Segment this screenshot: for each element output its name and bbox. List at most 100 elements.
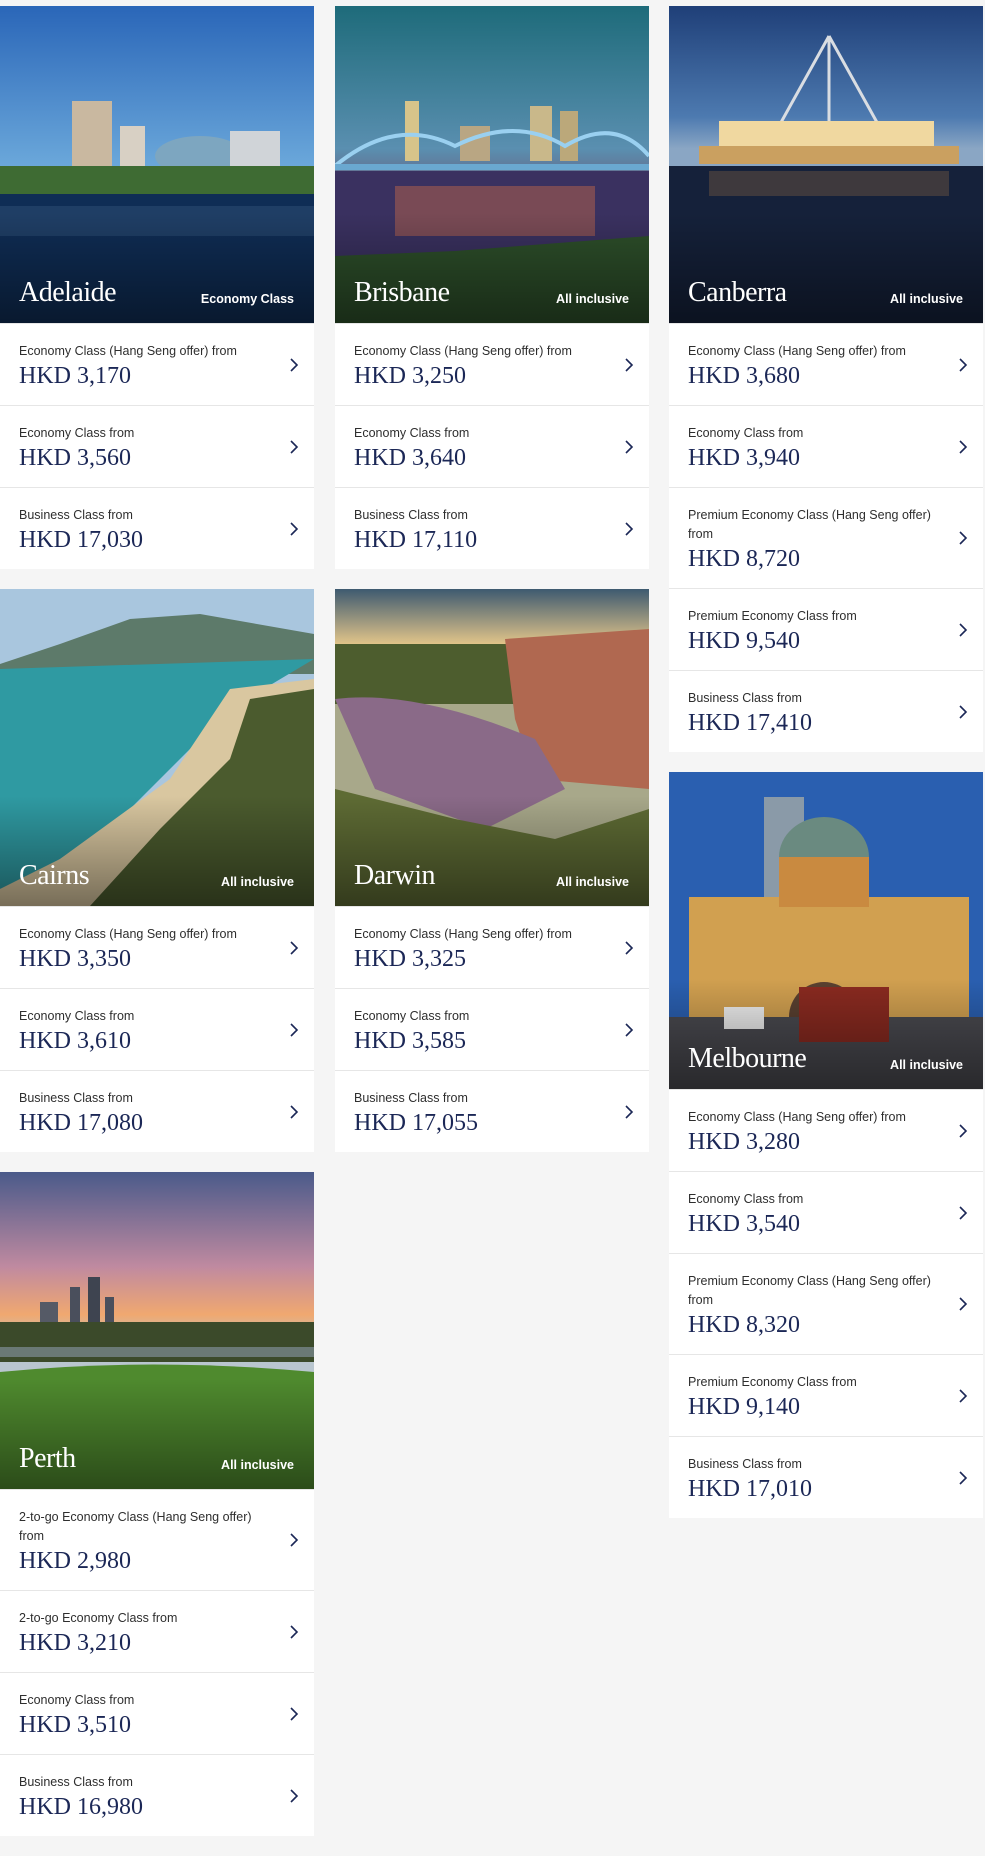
destination-hero[interactable]: Cairns All inclusive xyxy=(0,589,314,906)
destination-card-adelaide[interactable]: Adelaide Economy Class Economy Class (Ha… xyxy=(0,6,314,569)
fare-label: Economy Class (Hang Seng offer) from xyxy=(354,927,572,941)
chevron-right-icon xyxy=(625,1022,634,1037)
chevron-right-icon xyxy=(290,521,299,536)
fare-label: Economy Class (Hang Seng offer) from xyxy=(354,344,572,358)
fare-row[interactable]: Economy Class from HKD 3,585 xyxy=(335,988,649,1070)
fare-row[interactable]: 2-to-go Economy Class (Hang Seng offer) … xyxy=(0,1489,314,1590)
fare-price: HKD 3,250 xyxy=(354,363,466,389)
fare-row[interactable]: Economy Class from HKD 3,610 xyxy=(0,988,314,1070)
chevron-right-icon xyxy=(959,1123,968,1138)
fare-row[interactable]: Economy Class (Hang Seng offer) from HKD … xyxy=(669,323,983,405)
class-tag: Economy Class xyxy=(200,292,294,306)
chevron-right-icon xyxy=(959,1388,968,1403)
fare-row[interactable]: Business Class from HKD 17,010 xyxy=(669,1436,983,1518)
fare-row[interactable]: Premium Economy Class from HKD 9,540 xyxy=(669,588,983,670)
chevron-right-icon xyxy=(290,1788,299,1803)
fare-label: Premium Economy Class (Hang Seng offer) … xyxy=(688,1274,931,1307)
fare-row[interactable]: Economy Class (Hang Seng offer) from HKD … xyxy=(0,906,314,988)
destination-card-darwin[interactable]: Darwin All inclusive Economy Class (Hang… xyxy=(335,589,649,1152)
destination-hero[interactable]: Melbourne All inclusive xyxy=(669,772,983,1089)
fare-row[interactable]: Business Class from HKD 16,980 xyxy=(0,1754,314,1836)
fare-label: Economy Class (Hang Seng offer) from xyxy=(688,1110,906,1124)
fare-row[interactable]: Economy Class from HKD 3,940 xyxy=(669,405,983,487)
fare-price: HKD 3,540 xyxy=(688,1211,800,1237)
fare-label: Business Class from xyxy=(19,1775,133,1789)
chevron-right-icon xyxy=(625,439,634,454)
destination-hero[interactable]: Canberra All inclusive xyxy=(669,6,983,323)
fare-label: Economy Class from xyxy=(19,1693,135,1707)
fare-row[interactable]: Business Class from HKD 17,080 xyxy=(0,1070,314,1152)
fare-label: 2-to-go Economy Class from xyxy=(19,1611,178,1625)
fare-price: HKD 3,210 xyxy=(19,1630,131,1656)
chevron-right-icon xyxy=(290,1104,299,1119)
fare-price: HKD 17,410 xyxy=(688,710,812,736)
chevron-right-icon xyxy=(290,439,299,454)
fare-row[interactable]: Economy Class from HKD 3,540 xyxy=(669,1171,983,1253)
fare-price: HKD 3,325 xyxy=(354,946,466,972)
fare-price: HKD 3,640 xyxy=(354,445,466,471)
fare-row[interactable]: 2-to-go Economy Class from HKD 3,210 xyxy=(0,1590,314,1672)
destination-card-perth[interactable]: Perth All inclusive 2-to-go Economy Clas… xyxy=(0,1172,314,1836)
fare-row[interactable]: Business Class from HKD 17,410 xyxy=(669,670,983,752)
fare-row[interactable]: Economy Class (Hang Seng offer) from HKD … xyxy=(669,1089,983,1171)
fare-label: Economy Class from xyxy=(354,1009,470,1023)
fare-row[interactable]: Economy Class from HKD 3,510 xyxy=(0,1672,314,1754)
fare-price: HKD 3,560 xyxy=(19,445,131,471)
fare-row[interactable]: Business Class from HKD 17,030 xyxy=(0,487,314,569)
fare-price: HKD 9,540 xyxy=(688,628,800,654)
fare-row[interactable]: Economy Class (Hang Seng offer) from HKD … xyxy=(0,323,314,405)
fare-price: HKD 9,140 xyxy=(688,1394,800,1420)
destination-card-canberra[interactable]: Canberra All inclusive Economy Class (Ha… xyxy=(669,6,983,752)
fare-price: HKD 3,510 xyxy=(19,1712,131,1738)
fare-label: Business Class from xyxy=(354,1091,468,1105)
fare-price: HKD 17,055 xyxy=(354,1110,478,1136)
fare-price: HKD 16,980 xyxy=(19,1794,143,1820)
fare-row[interactable]: Premium Economy Class (Hang Seng offer) … xyxy=(669,487,983,588)
chevron-right-icon xyxy=(290,1706,299,1721)
chevron-right-icon xyxy=(959,439,968,454)
fare-label: Business Class from xyxy=(688,1457,802,1471)
chevron-right-icon xyxy=(959,704,968,719)
destination-hero[interactable]: Darwin All inclusive xyxy=(335,589,649,906)
fare-label: Economy Class from xyxy=(688,1192,804,1206)
fare-row[interactable]: Premium Economy Class (Hang Seng offer) … xyxy=(669,1253,983,1354)
destination-card-melbourne[interactable]: Melbourne All inclusive Economy Class (H… xyxy=(669,772,983,1518)
chevron-right-icon xyxy=(959,1297,968,1311)
fare-label: Premium Economy Class from xyxy=(688,1375,857,1389)
fare-label: 2-to-go Economy Class (Hang Seng offer) … xyxy=(19,1510,252,1543)
fare-label: Economy Class (Hang Seng offer) from xyxy=(688,344,906,358)
fare-row[interactable]: Economy Class from HKD 3,560 xyxy=(0,405,314,487)
fare-label: Economy Class from xyxy=(19,426,135,440)
fare-row[interactable]: Economy Class from HKD 3,640 xyxy=(335,405,649,487)
destination-hero[interactable]: Perth All inclusive xyxy=(0,1172,314,1489)
chevron-right-icon xyxy=(959,357,968,372)
fare-price: HKD 3,680 xyxy=(688,363,800,389)
fare-price: HKD 3,940 xyxy=(688,445,800,471)
fare-label: Economy Class (Hang Seng offer) from xyxy=(19,344,237,358)
column-1: Adelaide Economy Class Economy Class (Ha… xyxy=(0,6,314,1856)
destination-card-cairns[interactable]: Cairns All inclusive Economy Class (Hang… xyxy=(0,589,314,1152)
chevron-right-icon xyxy=(959,1205,968,1220)
fare-price: HKD 17,010 xyxy=(688,1476,812,1502)
destination-hero[interactable]: Adelaide Economy Class xyxy=(0,6,314,323)
chevron-right-icon xyxy=(625,521,634,536)
city-name: Darwin xyxy=(354,860,435,891)
chevron-right-icon xyxy=(625,357,634,372)
column-2: Brisbane All inclusive Economy Class (Ha… xyxy=(335,6,649,1172)
fare-label: Economy Class (Hang Seng offer) from xyxy=(19,927,237,941)
destination-hero[interactable]: Brisbane All inclusive xyxy=(335,6,649,323)
fare-row[interactable]: Business Class from HKD 17,110 xyxy=(335,487,649,569)
chevron-right-icon xyxy=(290,357,299,372)
fare-label: Economy Class from xyxy=(354,426,470,440)
fare-row[interactable]: Premium Economy Class from HKD 9,140 xyxy=(669,1354,983,1436)
class-tag: All inclusive xyxy=(556,875,629,889)
class-tag: All inclusive xyxy=(890,292,963,306)
fare-label: Economy Class from xyxy=(688,426,804,440)
destination-card-brisbane[interactable]: Brisbane All inclusive Economy Class (Ha… xyxy=(335,6,649,569)
fare-row[interactable]: Economy Class (Hang Seng offer) from HKD … xyxy=(335,906,649,988)
city-name: Brisbane xyxy=(354,277,450,308)
fare-row[interactable]: Business Class from HKD 17,055 xyxy=(335,1070,649,1152)
fare-price: HKD 8,320 xyxy=(688,1312,800,1338)
fare-row[interactable]: Economy Class (Hang Seng offer) from HKD … xyxy=(335,323,649,405)
city-name: Melbourne xyxy=(688,1043,807,1074)
